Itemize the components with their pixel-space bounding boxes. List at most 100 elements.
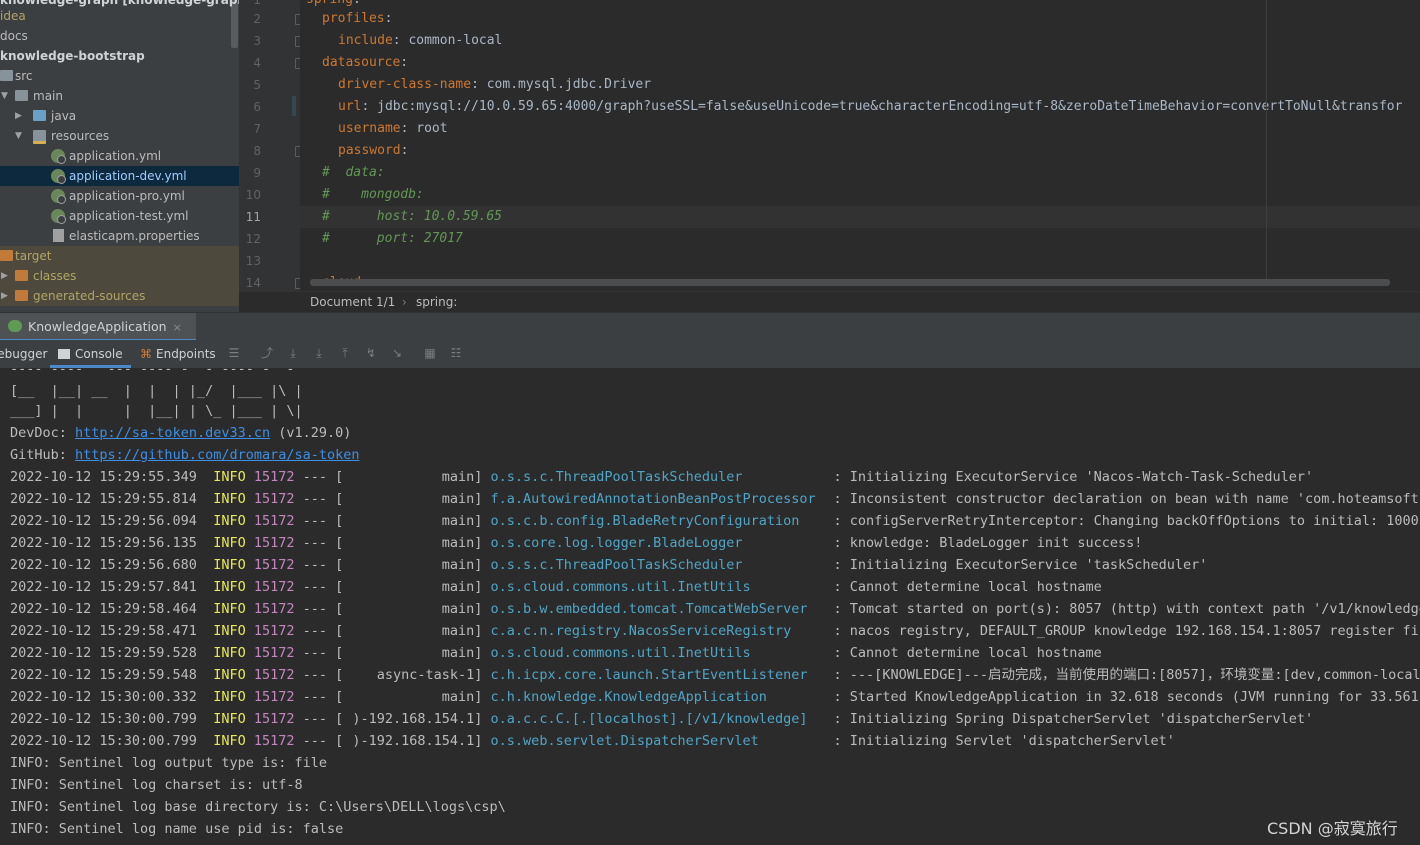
log-pid: 15172 xyxy=(253,535,295,551)
show-execution-point-icon[interactable]: ⤴ xyxy=(260,347,274,360)
tree-item-docs[interactable]: docs xyxy=(0,26,239,46)
chevron-right-icon[interactable]: ▶ xyxy=(1,286,11,306)
log-level: INFO xyxy=(213,513,246,529)
tree-item-idea[interactable]: idea xyxy=(0,6,239,26)
tree-item-generated-sources[interactable]: ▶ generated-sources xyxy=(0,286,239,306)
properties-file-icon xyxy=(53,229,64,242)
log-logger[interactable]: c.a.c.n.registry.NacosServiceRegistry xyxy=(491,620,834,642)
evaluate-icon[interactable]: ↘ xyxy=(390,347,404,360)
log-level: INFO xyxy=(213,689,246,705)
code-line: driver-class-name: com.mysql.jdbc.Driver xyxy=(338,77,652,92)
log-separator: --- [ xyxy=(294,645,344,661)
tab-console[interactable]: Console xyxy=(50,340,131,368)
log-level: INFO xyxy=(213,579,246,595)
tree-item-application-test-yml[interactable]: application-test.yml xyxy=(0,206,239,226)
sentinel-log-row: INFO: Sentinel log charset is: utf-8 xyxy=(10,777,303,793)
log-separator: --- [ xyxy=(294,557,344,573)
log-separator: --- [ xyxy=(294,601,344,617)
grid-icon[interactable]: ▦ xyxy=(423,347,437,360)
log-logger[interactable]: c.h.icpx.core.launch.StartEventListener xyxy=(491,664,834,686)
log-message: : Initializing Spring DispatcherServlet … xyxy=(833,711,1314,727)
tree-item-main[interactable]: ▼ main xyxy=(0,86,239,106)
spring-boot-icon xyxy=(8,320,22,332)
log-message: : Cannot determine local hostname xyxy=(833,579,1102,595)
editor-horizontal-scrollbar[interactable] xyxy=(310,279,1390,286)
breadcrumb-document[interactable]: Document 1/1 xyxy=(310,292,395,312)
run-to-cursor-icon[interactable]: ↯ xyxy=(364,347,378,360)
run-config-tab[interactable]: KnowledgeApplication × xyxy=(0,313,196,341)
log-level: INFO xyxy=(213,667,246,683)
log-thread: main xyxy=(441,645,475,661)
line-number: 5 xyxy=(253,78,261,92)
breadcrumb: Document 1/1 › spring: xyxy=(239,291,1420,313)
run-tool-window-header: KnowledgeApplication × xyxy=(0,312,1420,341)
settings-icon[interactable]: ☷ xyxy=(449,347,463,360)
log-separator: --- [ xyxy=(294,711,344,727)
log-thread: main xyxy=(441,513,475,529)
log-logger[interactable]: c.h.knowledge.KnowledgeApplication xyxy=(491,686,834,708)
log-logger[interactable]: o.s.web.servlet.DispatcherServlet xyxy=(491,730,834,752)
folder-icon xyxy=(15,290,28,301)
log-logger[interactable]: o.s.cloud.commons.util.InetUtils xyxy=(491,642,834,664)
change-marker[interactable] xyxy=(292,96,296,116)
log-logger[interactable]: o.s.b.w.embedded.tomcat.TomcatWebServer xyxy=(491,598,834,620)
close-icon[interactable]: × xyxy=(173,321,182,334)
devdoc-line: DevDoc: http://sa-token.dev33.cn (v1.29.… xyxy=(10,425,352,441)
tree-item-knowledge-bootstrap[interactable]: knowledge-bootstrap xyxy=(0,46,239,66)
log-logger[interactable]: o.s.core.log.logger.BladeLogger xyxy=(491,532,834,554)
step-over-icon[interactable]: ⤓ xyxy=(286,347,300,360)
tree-item-target[interactable]: target xyxy=(0,246,239,266)
log-row: 2022-10-12 15:29:55.349 INFO 15172 --- [… xyxy=(10,466,1313,488)
chevron-down-icon[interactable]: ▼ xyxy=(1,86,11,106)
log-logger[interactable]: o.s.s.c.ThreadPoolTaskScheduler xyxy=(491,466,834,488)
menu-icon[interactable]: ☰ xyxy=(227,347,241,360)
log-message: : Initializing Servlet 'dispatcherServle… xyxy=(833,733,1175,749)
breadcrumb-path[interactable]: spring: xyxy=(416,292,457,312)
tree-item-java[interactable]: ▶ java xyxy=(0,106,239,126)
log-row: 2022-10-12 15:30:00.799 INFO 15172 --- [… xyxy=(10,730,1175,752)
watermark: CSDN @寂寞旅行 xyxy=(1267,819,1398,838)
code-editor[interactable]: spring: profiles: include: common-local … xyxy=(300,0,1420,291)
log-pid: 15172 xyxy=(253,689,295,705)
devdoc-link[interactable]: http://sa-token.dev33.cn xyxy=(75,425,270,441)
log-timestamp: 2022-10-12 15:29:56.680 xyxy=(10,557,197,573)
spring-yml-icon xyxy=(51,189,66,204)
log-row: 2022-10-12 15:29:57.841 INFO 15172 --- [… xyxy=(10,576,1102,598)
log-logger[interactable]: o.a.c.c.C.[.[localhost].[/v1/knowledge] xyxy=(491,708,834,730)
log-thread: main xyxy=(441,491,475,507)
log-logger[interactable]: f.a.AutowiredAnnotationBeanPostProcessor xyxy=(491,488,834,510)
log-level: INFO xyxy=(213,491,246,507)
tree-item-label: application-dev.yml xyxy=(69,169,187,183)
spring-yml-icon xyxy=(51,149,66,164)
log-separator: --- [ xyxy=(294,469,344,485)
log-separator: --- [ xyxy=(294,667,344,683)
tree-item-application-dev-yml[interactable]: application-dev.yml xyxy=(0,166,239,186)
console-output[interactable]: ---- ---- --- ---- - - ---- - - [__ |__|… xyxy=(0,368,1420,845)
tab-debugger[interactable]: Debugger xyxy=(0,340,47,368)
folder-icon xyxy=(0,70,13,81)
chevron-down-icon[interactable]: ▼ xyxy=(15,126,25,146)
tree-item-elasticapm-properties[interactable]: elasticapm.properties xyxy=(0,226,239,246)
tab-endpoints[interactable]: ⌘ Endpoints xyxy=(140,340,216,368)
log-logger[interactable]: o.s.s.c.ThreadPoolTaskScheduler xyxy=(491,554,834,576)
step-into-icon[interactable]: ⤓ xyxy=(312,347,326,360)
chevron-right-icon[interactable]: ▶ xyxy=(1,266,11,286)
log-logger[interactable]: o.s.c.b.config.BladeRetryConfiguration xyxy=(491,510,834,532)
tree-item-src[interactable]: src xyxy=(0,66,239,86)
chevron-right-icon[interactable]: ▶ xyxy=(15,106,25,126)
github-link[interactable]: https://github.com/dromara/sa-token xyxy=(75,447,359,463)
log-logger[interactable]: o.s.cloud.commons.util.InetUtils xyxy=(491,576,834,598)
tree-item-application-yml[interactable]: application.yml xyxy=(0,146,239,166)
log-thread: main xyxy=(441,601,475,617)
project-tree[interactable]: knowledge-graph [knowledge-graph] idea d… xyxy=(0,0,239,312)
tree-item-classes[interactable]: ▶ classes xyxy=(0,266,239,286)
log-row: 2022-10-12 15:29:56.135 INFO 15172 --- [… xyxy=(10,532,1142,554)
log-message: : configServerRetryInterceptor: Changing… xyxy=(833,513,1420,529)
log-level: INFO xyxy=(213,557,246,573)
log-separator: --- [ xyxy=(294,689,344,705)
tree-item-application-pro-yml[interactable]: application-pro.yml xyxy=(0,186,239,206)
code-comment-line: # mongodb: xyxy=(322,187,424,202)
step-out-icon[interactable]: ⤒ xyxy=(338,347,352,360)
tree-item-resources[interactable]: ▼ resources xyxy=(0,126,239,146)
sentinel-log-row: INFO: Sentinel log output type is: file xyxy=(10,755,327,771)
